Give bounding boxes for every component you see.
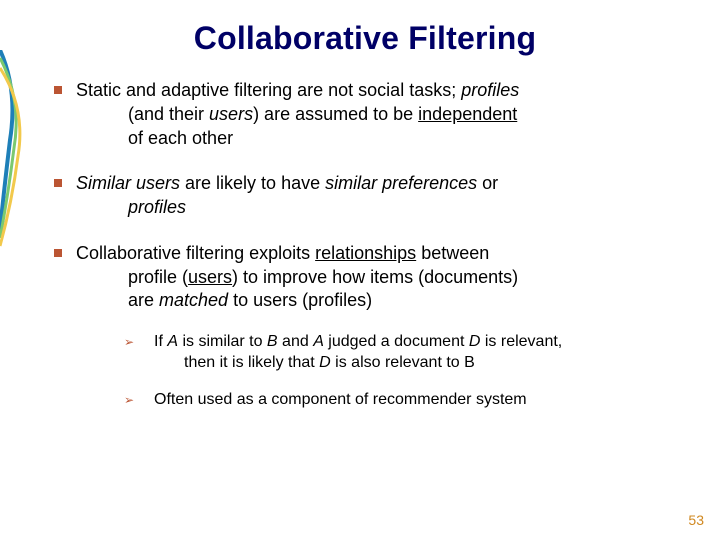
square-bullet-icon (54, 179, 62, 187)
bullet-text: Static and adaptive filtering are not so… (76, 80, 519, 100)
sub-bullet-item: ➢ Often used as a component of recommend… (124, 389, 680, 410)
slide-title: Collaborative Filtering (50, 20, 680, 57)
square-bullet-icon (54, 249, 62, 257)
bullet-item: Similar users are likely to have similar… (50, 172, 680, 220)
sub-bullet-text: If A is similar to B and A judged a docu… (154, 333, 562, 350)
sub-bullet-text: then it is likely that D is also relevan… (154, 352, 680, 373)
bullet-text: of each other (76, 127, 680, 151)
square-bullet-icon (54, 86, 62, 94)
bullet-text: profile (users) to improve how items (do… (76, 266, 680, 290)
corner-decoration (0, 50, 34, 250)
bullet-text: (and their users) are assumed to be inde… (76, 103, 680, 127)
page-number: 53 (688, 512, 704, 528)
bullet-item: Collaborative filtering exploits relatio… (50, 242, 680, 411)
arrow-bullet-icon: ➢ (124, 393, 134, 409)
sub-bullet-text: Often used as a component of recommender… (154, 391, 527, 408)
bullet-text: Similar users are likely to have similar… (76, 173, 498, 193)
bullet-text: Collaborative filtering exploits relatio… (76, 243, 489, 263)
bullet-list: Static and adaptive filtering are not so… (50, 79, 680, 410)
bullet-text: are matched to users (profiles) (76, 289, 680, 313)
arrow-bullet-icon: ➢ (124, 335, 134, 351)
sub-bullet-item: ➢ If A is similar to B and A judged a do… (124, 331, 680, 373)
bullet-item: Static and adaptive filtering are not so… (50, 79, 680, 150)
bullet-text: profiles (76, 196, 680, 220)
sub-bullet-list: ➢ If A is similar to B and A judged a do… (76, 331, 680, 410)
